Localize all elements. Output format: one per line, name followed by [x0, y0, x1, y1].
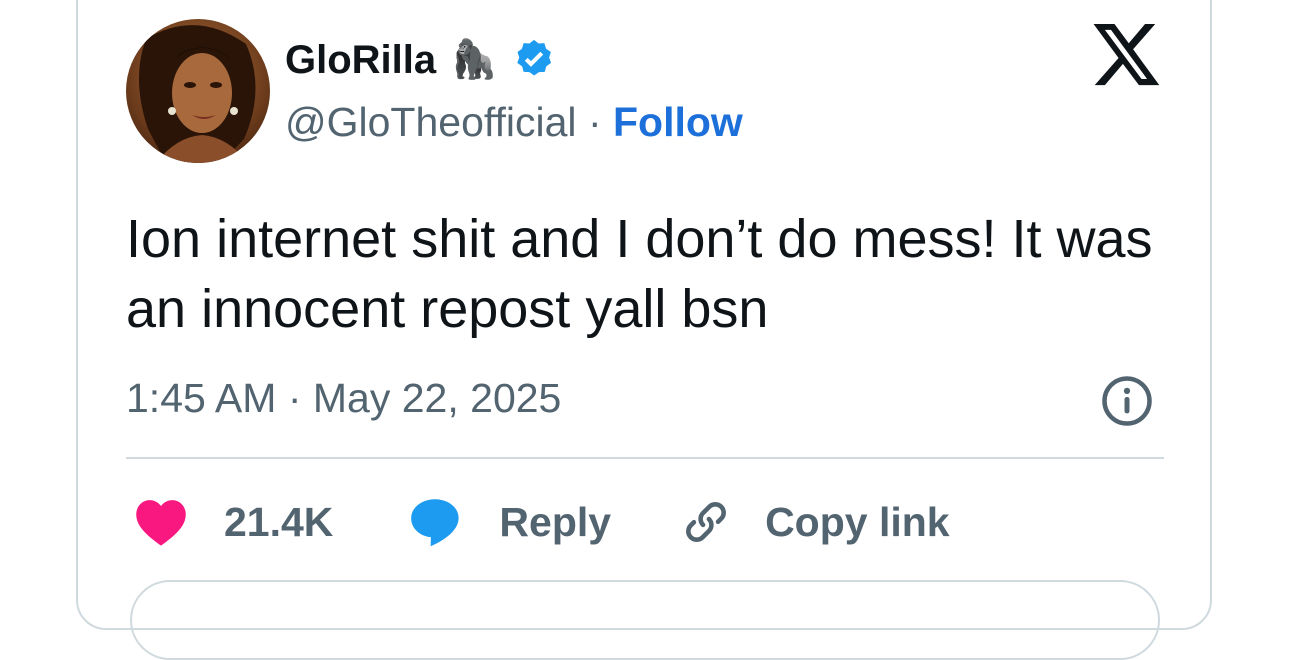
- heart-icon: [136, 500, 186, 546]
- like-button[interactable]: 21.4K: [134, 497, 333, 547]
- tweet-date: May 22, 2025: [312, 375, 562, 421]
- action-bar: 21.4K Reply Copy link: [126, 492, 950, 552]
- verified-badge-icon: [517, 39, 552, 76]
- like-count: 21.4K: [224, 498, 334, 545]
- follow-button[interactable]: Follow: [613, 99, 743, 145]
- reply-button[interactable]: Reply: [409, 497, 611, 547]
- handle-row: @GloTheofficial · Follow: [285, 98, 743, 146]
- divider: [126, 457, 1164, 459]
- x-logo-icon[interactable]: [1092, 24, 1162, 88]
- timestamp[interactable]: 1:45 AM · May 22, 2025: [126, 374, 561, 422]
- copy-link-button[interactable]: Copy link: [681, 497, 950, 547]
- copy-link-label: Copy link: [765, 498, 950, 545]
- read-replies-button[interactable]: [130, 580, 1160, 660]
- info-icon[interactable]: [1100, 374, 1154, 428]
- reply-label: Reply: [499, 498, 612, 545]
- avatar[interactable]: [126, 19, 270, 163]
- speech-bubble-icon: [411, 499, 460, 547]
- tweet-text: Ion internet shit and I don’t do mess! I…: [126, 209, 1153, 339]
- timestamp-separator: ·: [287, 375, 302, 421]
- avatar-image: [126, 19, 270, 163]
- author-handle[interactable]: @GloTheofficial: [285, 99, 577, 145]
- author-name-row[interactable]: GloRilla 🦍: [285, 36, 557, 84]
- gorilla-emoji: 🦍: [450, 39, 498, 81]
- handle-separator: ·: [587, 99, 602, 145]
- link-icon: [686, 502, 727, 542]
- author-display-name[interactable]: GloRilla: [285, 36, 436, 84]
- tweet-time: 1:45 AM: [126, 375, 277, 421]
